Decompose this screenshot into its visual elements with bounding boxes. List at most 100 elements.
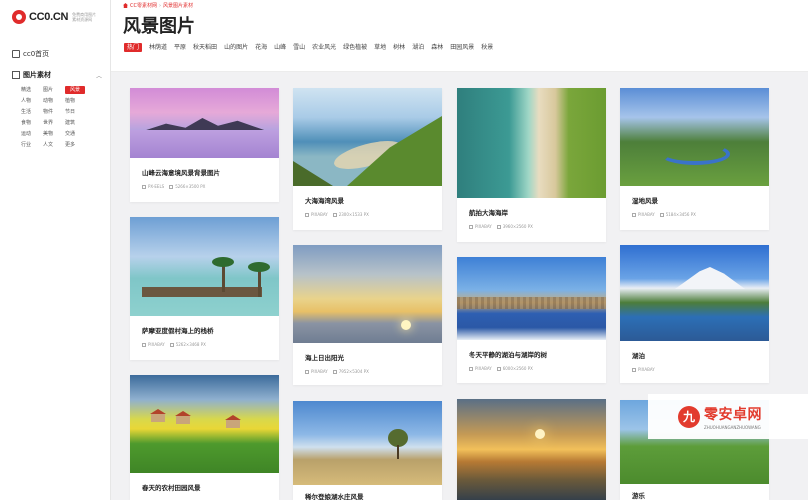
tag-item[interactable]: 秋天稻田 [193,43,217,52]
card-title[interactable]: 萨摩亚度假村海上的栈桥 [130,325,279,335]
category-item[interactable]: 世界 [43,119,63,127]
logo-text: CC0.CN [29,11,69,23]
nav-home[interactable]: cc0首页 [12,48,102,60]
card-source: PIXABAY [638,367,655,372]
tag-item[interactable]: 森林 [431,43,443,52]
card-title[interactable]: 航拍大海海岸 [457,207,606,217]
category-item[interactable]: 运动 [21,130,41,138]
logo-subtitle: 免费商用图片素材资源网 [72,12,97,22]
card-image[interactable] [293,401,442,485]
source-icon [632,212,636,217]
tag-item[interactable]: 田园风景 [450,43,474,52]
home-icon [12,50,20,58]
card-title[interactable]: 大海海湾风景 [293,195,442,205]
image-card[interactable]: 稀尔登娘湖水庄风景 [293,401,442,500]
tag-item[interactable]: 秋景 [481,43,493,52]
card-meta: PIXABAY 3960×2560 PX [457,224,606,229]
source-icon [142,184,146,189]
tag-item[interactable]: 农业风光 [312,43,336,52]
tag-item[interactable]: 湖泊 [412,43,424,52]
card-image[interactable] [620,88,769,186]
image-card[interactable]: 山峰云海意境风景背景图片 PX-EELS 5266×3500 PX [130,88,279,202]
card-meta: PIXABAY 2300×1533 PX [293,212,442,217]
category-item[interactable]: 精选 [21,86,41,94]
card-image[interactable] [293,245,442,343]
source-icon [469,224,473,229]
card-image[interactable] [130,88,279,158]
image-card[interactable]: 春天的农村田园风景 [130,375,279,500]
category-item[interactable]: 行业 [21,141,41,149]
tag-item[interactable]: 草地 [374,43,386,52]
card-title[interactable]: 湿地风景 [620,195,769,205]
card-size: 3960×2560 PX [502,224,533,229]
category-item[interactable]: 图片 [43,86,63,94]
chevron-up-icon[interactable]: ︿ [96,71,102,80]
image-card[interactable] [457,399,606,500]
category-item[interactable]: 动物 [43,97,63,105]
tag-hot[interactable]: 热门 [124,43,143,52]
tag-item[interactable]: 花海 [255,43,267,52]
breadcrumb-current[interactable]: 风景图片素材 [163,2,193,9]
category-item[interactable]: 节日 [65,108,85,116]
image-card[interactable]: 海上日出阳光 PIXABAY 7952×5304 PX [293,245,442,385]
category-item[interactable]: 美物 [43,130,63,138]
card-title[interactable]: 稀尔登娘湖水庄风景 [293,491,442,500]
card-image[interactable] [130,375,279,473]
category-item[interactable]: 建筑 [65,119,85,127]
card-title[interactable]: 湖泊 [620,350,769,360]
category-item[interactable]: 人文 [43,141,63,149]
nav-home-label: cc0首页 [23,50,50,58]
size-icon [169,184,174,189]
card-meta: PX-EELS 5266×3500 PX [130,184,279,189]
card-title[interactable]: 山峰云海意境风景背景图片 [130,167,279,177]
category-item[interactable]: 食物 [21,119,41,127]
site-logo[interactable]: CC0.CN 免费商用图片素材资源网 [12,10,96,24]
category-item[interactable]: 植物 [65,97,85,105]
tag-item[interactable]: 平原 [174,43,186,52]
tag-item[interactable]: 林荫道 [149,43,167,52]
category-item[interactable]: 人物 [21,97,41,105]
card-source: PX-EELS [148,184,165,189]
card-title[interactable]: 海上日出阳光 [293,352,442,362]
source-icon [142,342,146,347]
tag-item[interactable]: 树林 [393,43,405,52]
card-title[interactable]: 游乐 [620,490,769,500]
card-size: 2300×1533 PX [338,212,369,217]
sidebar: CC0.CN 免费商用图片素材资源网 cc0首页 图片素材 ︿ 精选 图片 风景… [0,0,111,500]
card-image[interactable] [457,257,606,340]
card-source: PIXABAY [311,212,328,217]
source-icon [632,367,636,372]
nav-section-images[interactable]: 图片素材 ︿ [12,70,102,80]
card-image[interactable] [130,217,279,316]
card-size: 6000×2560 PX [502,366,533,371]
image-card[interactable]: 湖泊 PIXABAY [620,245,769,383]
breadcrumb-home[interactable]: CC零素材网 [130,2,157,9]
logo-icon [12,10,26,24]
category-item[interactable]: 交通 [65,130,85,138]
category-item-active[interactable]: 风景 [65,86,85,94]
tag-item[interactable]: 绿色植被 [343,43,367,52]
tag-item[interactable]: 山的图片 [224,43,248,52]
breadcrumb-separator: › [158,2,161,9]
image-card[interactable]: 冬天平静的湖泊与湖岸的树 PIXABAY 6000×2560 PX [457,257,606,383]
card-image[interactable] [457,88,606,198]
size-icon [496,224,501,229]
category-item[interactable]: 物件 [43,108,63,116]
card-size: 5262×3468 PX [175,342,206,347]
image-card[interactable]: 航拍大海海岸 PIXABAY 3960×2560 PX [457,88,606,242]
card-image[interactable] [457,399,606,500]
card-title[interactable]: 冬天平静的湖泊与湖岸的树 [457,349,606,359]
tag-bar: 热门 林荫道 平原 秋天稻田 山的图片 花海 山峰 雪山 农业风光 绿色植被 草… [124,43,500,52]
image-card[interactable]: 湿地风景 PIXABAY 5184×3456 PX [620,88,769,230]
image-card[interactable]: 大海海湾风景 PIXABAY 2300×1533 PX [293,88,442,230]
card-image[interactable] [293,88,442,186]
tag-item[interactable]: 雪山 [293,43,305,52]
size-icon [169,342,174,347]
category-item[interactable]: 更多 [65,141,85,149]
tag-item[interactable]: 山峰 [274,43,286,52]
card-size: 5184×3456 PX [665,212,696,217]
image-card[interactable]: 萨摩亚度假村海上的栈桥 PIXABAY 5262×3468 PX [130,217,279,360]
card-image[interactable] [620,245,769,341]
category-item[interactable]: 生活 [21,108,41,116]
card-title[interactable]: 春天的农村田园风景 [130,482,279,492]
